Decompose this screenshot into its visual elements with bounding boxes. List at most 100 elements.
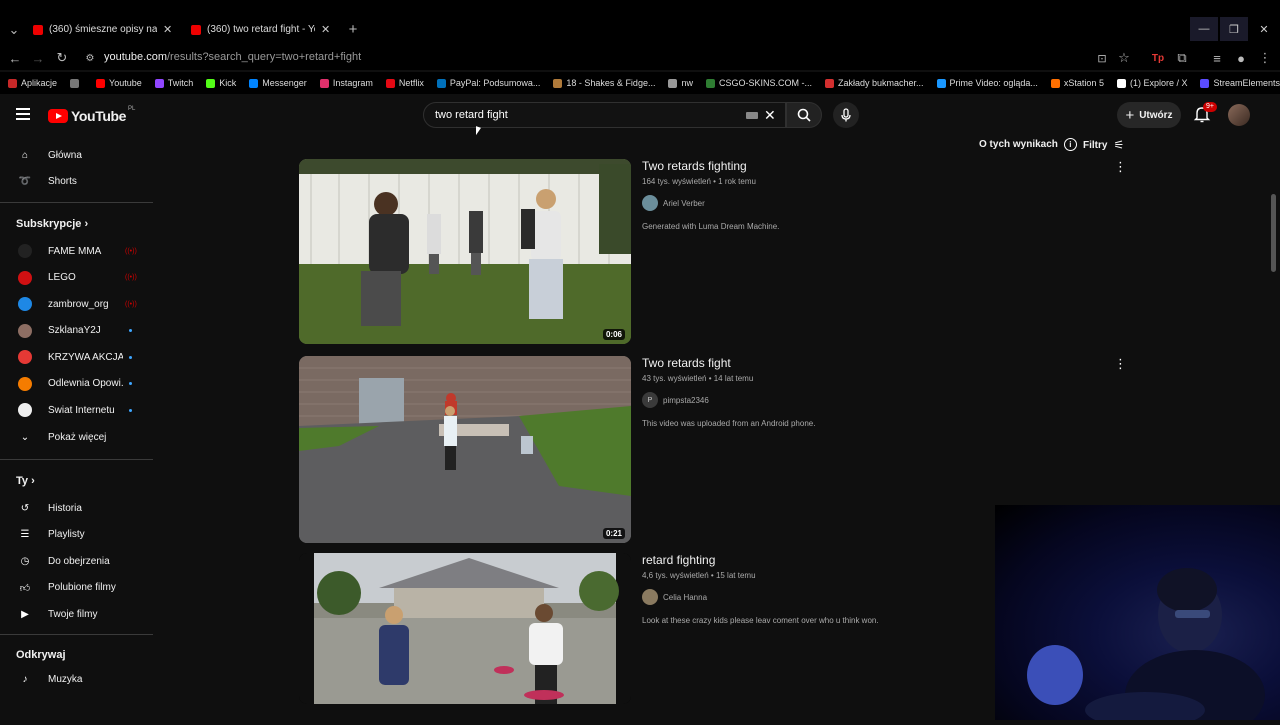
channel-avatar[interactable] bbox=[642, 195, 658, 211]
browser-tab-1[interactable]: (360) śmieszne opisy na tinder... ✕ bbox=[33, 17, 172, 42]
video-thumbnail[interactable]: 0:06 bbox=[299, 159, 631, 344]
bookmark-item[interactable]: Youtube bbox=[96, 78, 142, 88]
sidebar-item[interactable]: ☰ Playlisty bbox=[0, 522, 153, 548]
sidebar-item[interactable]: FAME MMA ((•)) bbox=[0, 238, 153, 264]
new-tab-button[interactable]: + bbox=[345, 21, 361, 38]
voice-search-button[interactable] bbox=[833, 102, 859, 128]
sidebar-item[interactable]: SzklanaY2J bbox=[0, 318, 153, 344]
channel-avatar[interactable] bbox=[642, 589, 658, 605]
reload-icon[interactable]: ↻ bbox=[54, 50, 70, 66]
sidebar-item[interactable]: zambrow_org ((•)) bbox=[0, 291, 153, 317]
sidebar-item[interactable]: ➰ Shorts bbox=[0, 169, 153, 195]
restore-button[interactable]: ❐ bbox=[1220, 17, 1248, 41]
browser-menu-icon[interactable]: ⋮ bbox=[1257, 50, 1273, 66]
page-scrollbar[interactable] bbox=[1271, 194, 1276, 272]
back-icon[interactable]: ← bbox=[7, 50, 23, 66]
bookmark-item[interactable]: xStation 5 bbox=[1050, 78, 1104, 88]
video-thumbnail[interactable]: 0:21 bbox=[299, 356, 631, 543]
channel-name[interactable]: Ariel Verber bbox=[663, 199, 705, 208]
search-box[interactable]: two retard fight ✕ bbox=[423, 102, 786, 128]
sidebar-item[interactable]: ↺ Historia bbox=[0, 495, 153, 521]
minimize-button[interactable]: — bbox=[1190, 17, 1218, 41]
more-actions-icon[interactable]: ⋮ bbox=[1114, 356, 1127, 372]
tab-search-icon[interactable]: ⌄ bbox=[6, 22, 22, 38]
hamburger-menu-icon[interactable] bbox=[16, 108, 30, 120]
thumbnail-image bbox=[299, 159, 631, 344]
media-control-icon[interactable]: ≡ bbox=[1209, 50, 1225, 66]
sidebar-item[interactable]: LEGO ((•)) bbox=[0, 265, 153, 291]
search-result[interactable]: 0:06 Two retards fighting 164 tys. wyświ… bbox=[299, 159, 1139, 344]
bookmark-item[interactable]: Kick bbox=[206, 78, 236, 88]
profile-icon[interactable]: ● bbox=[1233, 50, 1249, 66]
you-header[interactable]: Ty › bbox=[16, 475, 35, 487]
sidebar-item-label: Główna bbox=[48, 149, 82, 161]
bookmark-item[interactable]: Netflix bbox=[385, 78, 424, 88]
video-title[interactable]: retard fighting bbox=[642, 553, 715, 567]
sidebar-item[interactable]: KRZYWA AKCJA bbox=[0, 344, 153, 370]
clear-search-icon[interactable]: ✕ bbox=[764, 107, 776, 124]
close-tab-icon[interactable]: ✕ bbox=[321, 23, 330, 36]
sidebar-item[interactable]: 👍︎ Polubione filmy bbox=[0, 575, 153, 601]
bookmark-star-icon[interactable]: ☆ bbox=[1116, 50, 1132, 66]
video-title[interactable]: Two retards fight bbox=[642, 356, 731, 370]
close-tab-icon[interactable]: ✕ bbox=[163, 23, 172, 36]
sidebar-item[interactable]: Świat Internetu bbox=[0, 397, 153, 423]
bookmark-item[interactable] bbox=[70, 78, 83, 88]
bookmark-item[interactable]: CSGO-SKINS.COM -... bbox=[705, 78, 812, 88]
bookmark-item[interactable]: Instagram bbox=[319, 78, 373, 88]
bookmark-item[interactable]: 18 - Shakes & Fidge... bbox=[553, 78, 655, 88]
search-input[interactable]: two retard fight bbox=[435, 109, 508, 121]
account-avatar[interactable] bbox=[1228, 104, 1250, 126]
video-thumbnail[interactable] bbox=[299, 553, 631, 704]
about-results-link[interactable]: O tych wynikach i bbox=[979, 138, 1077, 151]
sidebar-item-label: Shorts bbox=[48, 176, 77, 187]
bookmark-item[interactable]: StreamElements - M... bbox=[1200, 78, 1280, 88]
your-videos-icon: ▶ bbox=[21, 608, 29, 620]
channel-link[interactable]: P pimpsta2346 bbox=[642, 392, 709, 408]
bookmark-item[interactable]: Zakłady bukmacher... bbox=[824, 78, 924, 88]
bookmark-item[interactable]: nw bbox=[668, 78, 693, 88]
bookmark-item[interactable]: Twitch bbox=[154, 78, 193, 88]
youtube-logo[interactable]: YouTube PL bbox=[48, 106, 135, 124]
channel-name[interactable]: pimpsta2346 bbox=[663, 396, 709, 405]
sidebar-item[interactable]: ◷ Do obejrzenia bbox=[0, 548, 153, 574]
bookmark-item[interactable]: Prime Video: ogląda... bbox=[936, 78, 1038, 88]
sidebar-item[interactable]: ♪ Muzyka bbox=[0, 666, 153, 692]
browser-nav-bar: ← → ↻ ⚙ youtube.com/results?search_query… bbox=[0, 46, 1280, 70]
sidebar-item[interactable]: ▶ Twoje filmy bbox=[0, 601, 153, 627]
site-info-icon[interactable]: ⚙ bbox=[82, 50, 98, 66]
keyboard-icon[interactable] bbox=[746, 112, 758, 119]
sidebar-item[interactable]: Odlewnia Opowi... bbox=[0, 371, 153, 397]
channel-avatar[interactable]: P bbox=[642, 392, 658, 408]
install-app-icon[interactable]: ⊡ bbox=[1094, 50, 1110, 66]
channel-link[interactable]: Ariel Verber bbox=[642, 195, 705, 211]
bookmark-item[interactable]: Aplikacje bbox=[8, 78, 57, 88]
subscriptions-header[interactable]: Subskrypcje › bbox=[16, 218, 88, 230]
info-icon: i bbox=[1063, 138, 1077, 151]
channel-name[interactable]: Celia Hanna bbox=[663, 593, 707, 602]
youtube-play-icon bbox=[48, 109, 68, 123]
browser-tab-2[interactable]: (360) two retard fight - YouTube ✕ bbox=[191, 17, 330, 42]
video-title[interactable]: Two retards fighting bbox=[642, 159, 747, 173]
create-button[interactable]: + Utwórz bbox=[1117, 102, 1181, 128]
bookmark-item[interactable]: Messenger bbox=[249, 78, 307, 88]
explore-header[interactable]: Odkrywaj bbox=[16, 649, 66, 661]
extensions-icon[interactable]: ⧉ bbox=[1174, 50, 1190, 66]
filters-button[interactable]: Filtry ⚟ bbox=[1083, 138, 1124, 152]
bookmark-item[interactable]: PayPal: Podsumowa... bbox=[436, 78, 540, 88]
video-duration: 0:21 bbox=[602, 528, 625, 539]
bookmark-item[interactable]: (1) Explore / X bbox=[1116, 78, 1187, 88]
address-bar[interactable]: youtube.com/results?search_query=two+ret… bbox=[104, 51, 361, 63]
close-window-button[interactable]: ✕ bbox=[1250, 17, 1278, 41]
sidebar-item[interactable]: ⌂ Główna bbox=[0, 142, 153, 168]
channel-link[interactable]: Celia Hanna bbox=[642, 589, 707, 605]
search-button[interactable] bbox=[786, 102, 822, 128]
bookmark-favicon-icon bbox=[436, 78, 446, 88]
url-host: youtube.com bbox=[104, 51, 167, 63]
sidebar-item[interactable]: ⌄ Pokaż więcej bbox=[0, 424, 153, 450]
more-actions-icon[interactable]: ⋮ bbox=[1114, 159, 1127, 175]
channel-avatar-icon bbox=[17, 402, 33, 418]
channel-avatar-icon bbox=[17, 349, 33, 365]
forward-icon[interactable]: → bbox=[30, 50, 46, 66]
extension-tp-icon[interactable]: Tp bbox=[1150, 50, 1166, 66]
